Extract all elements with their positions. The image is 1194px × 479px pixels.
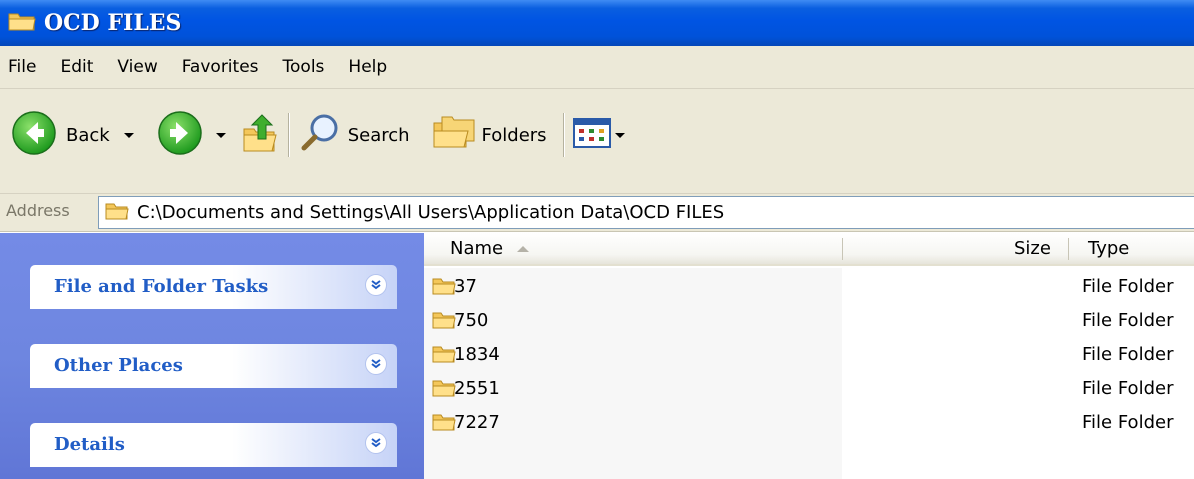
search-label: Search (347, 124, 410, 146)
forward-dropdown-icon[interactable] (215, 132, 226, 138)
folders-label: Folders (481, 124, 547, 146)
list-item[interactable]: 7227 File Folder (424, 407, 1194, 441)
window-title: OCD FILES (44, 10, 182, 36)
back-dropdown-icon[interactable] (123, 132, 134, 138)
folder-icon (432, 344, 456, 368)
folder-icon (432, 276, 456, 300)
forward-button[interactable] (156, 107, 226, 163)
file-name: 1834 (454, 344, 500, 365)
sort-ascending-icon (517, 245, 530, 252)
menu-tools[interactable]: Tools (281, 55, 327, 79)
column-divider[interactable] (1068, 238, 1069, 260)
list-item[interactable]: 2551 File Folder (424, 373, 1194, 407)
folders-icon (432, 113, 476, 158)
back-arrow-icon (10, 109, 58, 162)
back-label: Back (66, 124, 110, 146)
up-folder-button[interactable] (240, 107, 280, 163)
file-type: File Folder (1082, 344, 1174, 365)
folder-up-icon (240, 111, 280, 160)
file-type: File Folder (1082, 276, 1174, 297)
column-header: Name Size Type (424, 233, 1194, 266)
type-column-label: Type (1088, 238, 1130, 259)
panel-title: Other Places (54, 355, 183, 376)
address-bar: Address C:\Documents and Settings\All Us… (0, 194, 1194, 232)
file-type: File Folder (1082, 378, 1174, 399)
menu-edit[interactable]: Edit (58, 55, 95, 79)
folder-icon (432, 412, 456, 436)
toolbar-separator (562, 113, 565, 157)
forward-arrow-icon (156, 109, 204, 162)
address-label: Address (6, 201, 70, 220)
address-input[interactable]: C:\Documents and Settings\All Users\Appl… (98, 196, 1194, 229)
name-column-header[interactable]: Name (450, 233, 530, 264)
size-column-label: Size (1014, 238, 1051, 259)
folder-icon (432, 310, 456, 334)
list-item[interactable]: 1834 File Folder (424, 339, 1194, 373)
address-value: C:\Documents and Settings\All Users\Appl… (137, 202, 725, 223)
folders-button[interactable]: Folders (432, 107, 547, 163)
name-column-label: Name (450, 238, 504, 259)
menu-view[interactable]: View (115, 55, 159, 79)
size-column-header[interactable]: Size (1014, 233, 1051, 264)
list-item[interactable]: 750 File Folder (424, 305, 1194, 339)
magnifier-icon (298, 111, 342, 160)
toolbar-separator (287, 113, 290, 157)
chevron-double-down-icon[interactable] (365, 274, 387, 296)
column-divider[interactable] (842, 238, 843, 260)
folder-icon (432, 378, 456, 402)
file-name: 37 (454, 276, 477, 297)
file-type: File Folder (1082, 412, 1174, 433)
file-folder-tasks-panel[interactable]: File and Folder Tasks (30, 265, 397, 309)
search-button[interactable]: Search (298, 107, 410, 163)
menu-bar: File Edit View Favorites Tools Help (0, 46, 1194, 89)
type-column-header[interactable]: Type (1088, 233, 1129, 264)
file-list: Name Size Type 37 File Folder 750 File F… (424, 233, 1194, 479)
title-bar[interactable]: OCD FILES (0, 0, 1194, 46)
file-type: File Folder (1082, 310, 1174, 331)
other-places-panel[interactable]: Other Places (30, 344, 397, 388)
file-name: 7227 (454, 412, 500, 433)
back-button[interactable]: Back (10, 107, 134, 163)
folder-icon (8, 10, 36, 36)
menu-file[interactable]: File (6, 55, 38, 79)
chevron-double-down-icon[interactable] (365, 353, 387, 375)
views-button[interactable] (572, 107, 625, 163)
folder-icon (105, 201, 129, 225)
views-dropdown-icon[interactable] (614, 132, 625, 138)
panel-title: File and Folder Tasks (54, 276, 269, 297)
menu-help[interactable]: Help (346, 55, 389, 79)
file-name: 2551 (454, 378, 500, 399)
list-item[interactable]: 37 File Folder (424, 271, 1194, 305)
task-pane: File and Folder Tasks Other Places Detai… (0, 233, 424, 479)
views-icon (572, 117, 611, 153)
details-panel[interactable]: Details (30, 423, 397, 467)
panel-title: Details (54, 434, 125, 455)
chevron-double-down-icon[interactable] (365, 432, 387, 454)
toolbar: Back Search Folders (0, 89, 1194, 194)
menu-favorites[interactable]: Favorites (180, 55, 261, 79)
file-name: 750 (454, 310, 489, 331)
